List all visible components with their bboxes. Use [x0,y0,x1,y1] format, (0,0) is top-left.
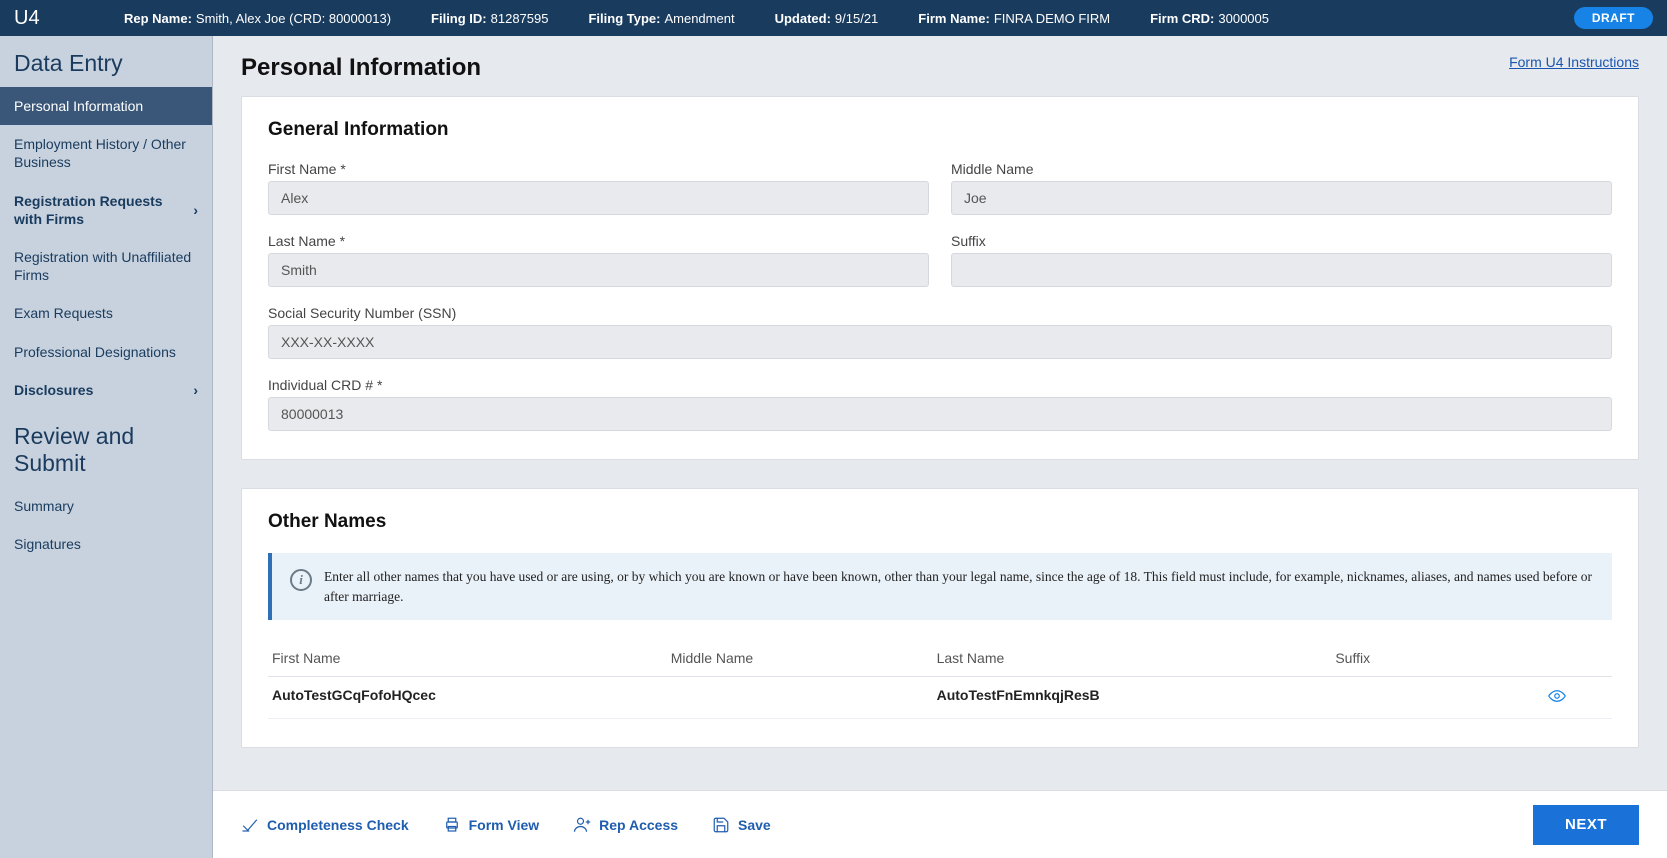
table-row: AutoTestGCqFofoHQcec AutoTestFnEmnkqjRes… [268,677,1612,719]
main-content: Personal Information Form U4 Instruction… [213,36,1667,858]
sidebar-item-summary[interactable]: Summary [0,487,212,525]
sidebar-item-professional-designations[interactable]: Professional Designations [0,333,212,371]
topbar-firm-name: Firm Name:FINRA DEMO FIRM [918,11,1110,26]
footer-bar: Completeness Check Form View Rep Access … [213,790,1667,858]
info-text: Enter all other names that you have used… [324,567,1594,606]
rep-access-button[interactable]: Rep Access [573,816,678,834]
middle-name-input[interactable] [951,181,1612,215]
save-button[interactable]: Save [712,816,771,834]
chevron-right-icon: › [193,201,198,219]
sidebar-item-signatures[interactable]: Signatures [0,525,212,563]
chevron-right-icon: › [193,381,198,399]
sidebar-section-review: Review and Submit [0,409,212,487]
topbar-rep-name: Rep Name:Smith, Alex Joe (CRD: 80000013) [124,11,391,26]
row-suffix [1335,687,1548,708]
suffix-label: Suffix [951,233,1612,249]
view-row-button[interactable] [1548,687,1608,708]
first-name-input[interactable] [268,181,929,215]
topbar: U4 Rep Name:Smith, Alex Joe (CRD: 800000… [0,0,1667,36]
middle-name-field-wrapper: Middle Name [951,161,1612,215]
card-title-other-names: Other Names [268,511,1612,533]
col-last-name: Last Name [937,650,1336,666]
form-view-button[interactable]: Form View [443,816,540,834]
card-title-general: General Information [268,119,1612,141]
first-name-label: First Name * [268,161,929,177]
ssn-input[interactable] [268,325,1612,359]
suffix-field-wrapper: Suffix [951,233,1612,287]
status-badge: DRAFT [1574,7,1653,29]
ssn-label: Social Security Number (SSN) [268,305,1612,321]
topbar-updated: Updated:9/15/21 [775,11,879,26]
other-names-card: Other Names i Enter all other names that… [241,488,1639,748]
crd-label: Individual CRD # * [268,377,1612,393]
last-name-input[interactable] [268,253,929,287]
info-banner: i Enter all other names that you have us… [268,553,1612,620]
general-information-card: General Information First Name * Middle … [241,96,1639,460]
print-icon [443,816,461,834]
row-last-name: AutoTestFnEmnkqjResB [937,687,1336,708]
last-name-field-wrapper: Last Name * [268,233,929,287]
next-button[interactable]: NEXT [1533,805,1639,845]
topbar-filing-type: Filing Type:Amendment [588,11,734,26]
middle-name-label: Middle Name [951,161,1612,177]
form-instructions-link[interactable]: Form U4 Instructions [1509,54,1639,70]
person-icon [573,816,591,834]
last-name-label: Last Name * [268,233,929,249]
suffix-input[interactable] [951,253,1612,287]
app-name: U4 [14,7,84,30]
col-middle-name: Middle Name [671,650,937,666]
col-first-name: First Name [272,650,671,666]
page-title: Personal Information [241,54,481,82]
sidebar-item-exam-requests[interactable]: Exam Requests [0,294,212,332]
sidebar-item-registration-unaffiliated[interactable]: Registration with Unaffiliated Firms [0,238,212,294]
completeness-check-button[interactable]: Completeness Check [241,816,409,834]
eye-icon [1548,687,1566,705]
table-header: First Name Middle Name Last Name Suffix [268,640,1612,677]
col-suffix: Suffix [1335,650,1548,666]
sidebar-item-registration-requests[interactable]: Registration Requests with Firms› [0,182,212,238]
crd-field-wrapper: Individual CRD # * [268,377,1612,431]
other-names-table: First Name Middle Name Last Name Suffix … [268,640,1612,719]
row-first-name: AutoTestGCqFofoHQcec [272,687,671,708]
topbar-firm-crd: Firm CRD:3000005 [1150,11,1269,26]
save-icon [712,816,730,834]
sidebar-item-personal-information[interactable]: Personal Information [0,87,212,125]
sidebar-item-employment-history[interactable]: Employment History / Other Business [0,125,212,181]
sidebar-section-data-entry: Data Entry [0,36,212,87]
row-middle-name [671,687,937,708]
first-name-field-wrapper: First Name * [268,161,929,215]
sidebar: Data Entry Personal Information Employme… [0,36,213,858]
check-icon [241,816,259,834]
info-icon: i [290,569,312,591]
sidebar-item-disclosures[interactable]: Disclosures› [0,371,212,409]
crd-input[interactable] [268,397,1612,431]
ssn-field-wrapper: Social Security Number (SSN) [268,305,1612,359]
topbar-filing-id: Filing ID:81287595 [431,11,548,26]
